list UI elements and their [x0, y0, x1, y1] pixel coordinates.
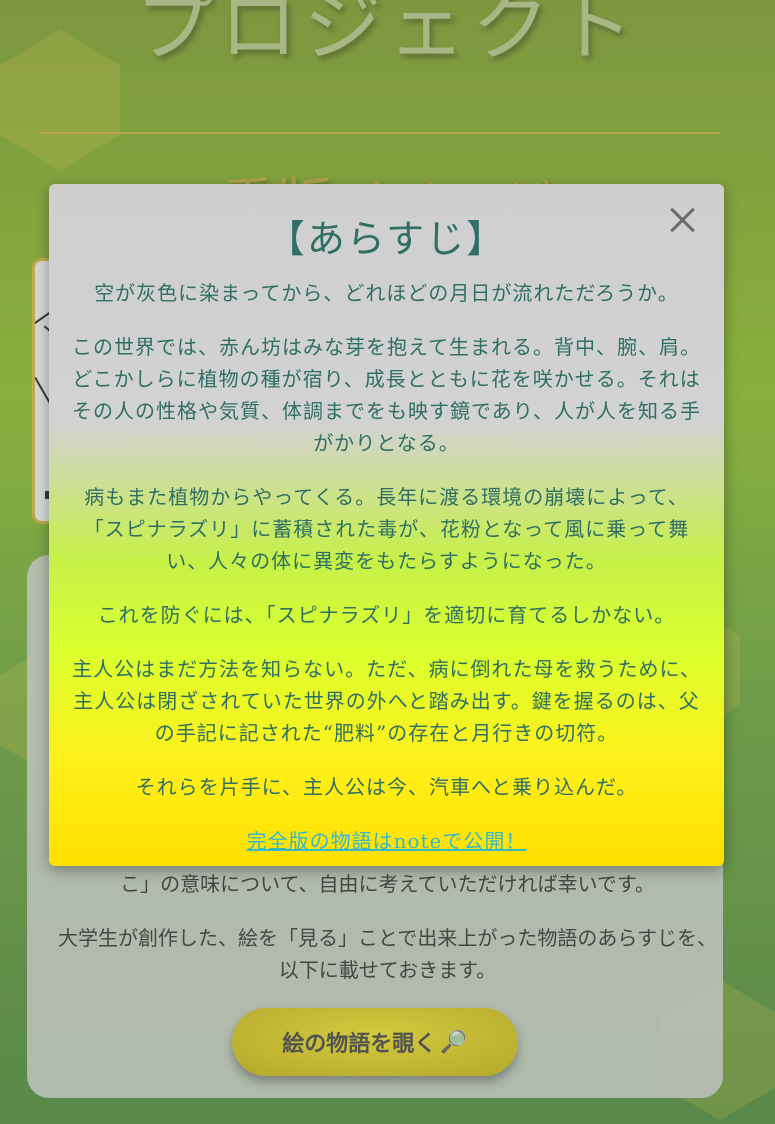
synopsis-body: 空が灰色に染まってから、どれほどの月日が流れただろうか。 この世界では、赤ん坊は… [71, 277, 702, 803]
synopsis-paragraph: 空が灰色に染まってから、どれほどの月日が流れただろうか。 [94, 281, 679, 305]
synopsis-paragraph: この世界では、赤ん坊はみな芽を抱えて生まれる。背中、腕、肩。どこかしらに植物の種… [72, 335, 701, 455]
synopsis-paragraph: 主人公はまだ方法を知らない。ただ、病に倒れた母を救うために、主人公は閉ざされてい… [72, 657, 701, 745]
synopsis-paragraph: それらを片手に、主人公は今、汽車へと乗り込んだ。 [135, 775, 638, 799]
note-full-story-link[interactable]: 完全版の物語はnoteで公開！ [71, 825, 702, 854]
close-icon[interactable] [664, 202, 700, 238]
synopsis-paragraph: 病もまた植物からやってくる。長年に渡る環境の崩壊によって、「スピナラズリ」に蓄積… [83, 485, 690, 573]
synopsis-paragraph: これを防ぐには、「スピナラズリ」を適切に育てるしかない。 [97, 603, 676, 627]
modal-title: 【あらすじ】 [266, 217, 507, 261]
synopsis-modal: 【あらすじ】 空が灰色に染まってから、どれほどの月日が流れただろうか。 この世界… [49, 184, 724, 866]
